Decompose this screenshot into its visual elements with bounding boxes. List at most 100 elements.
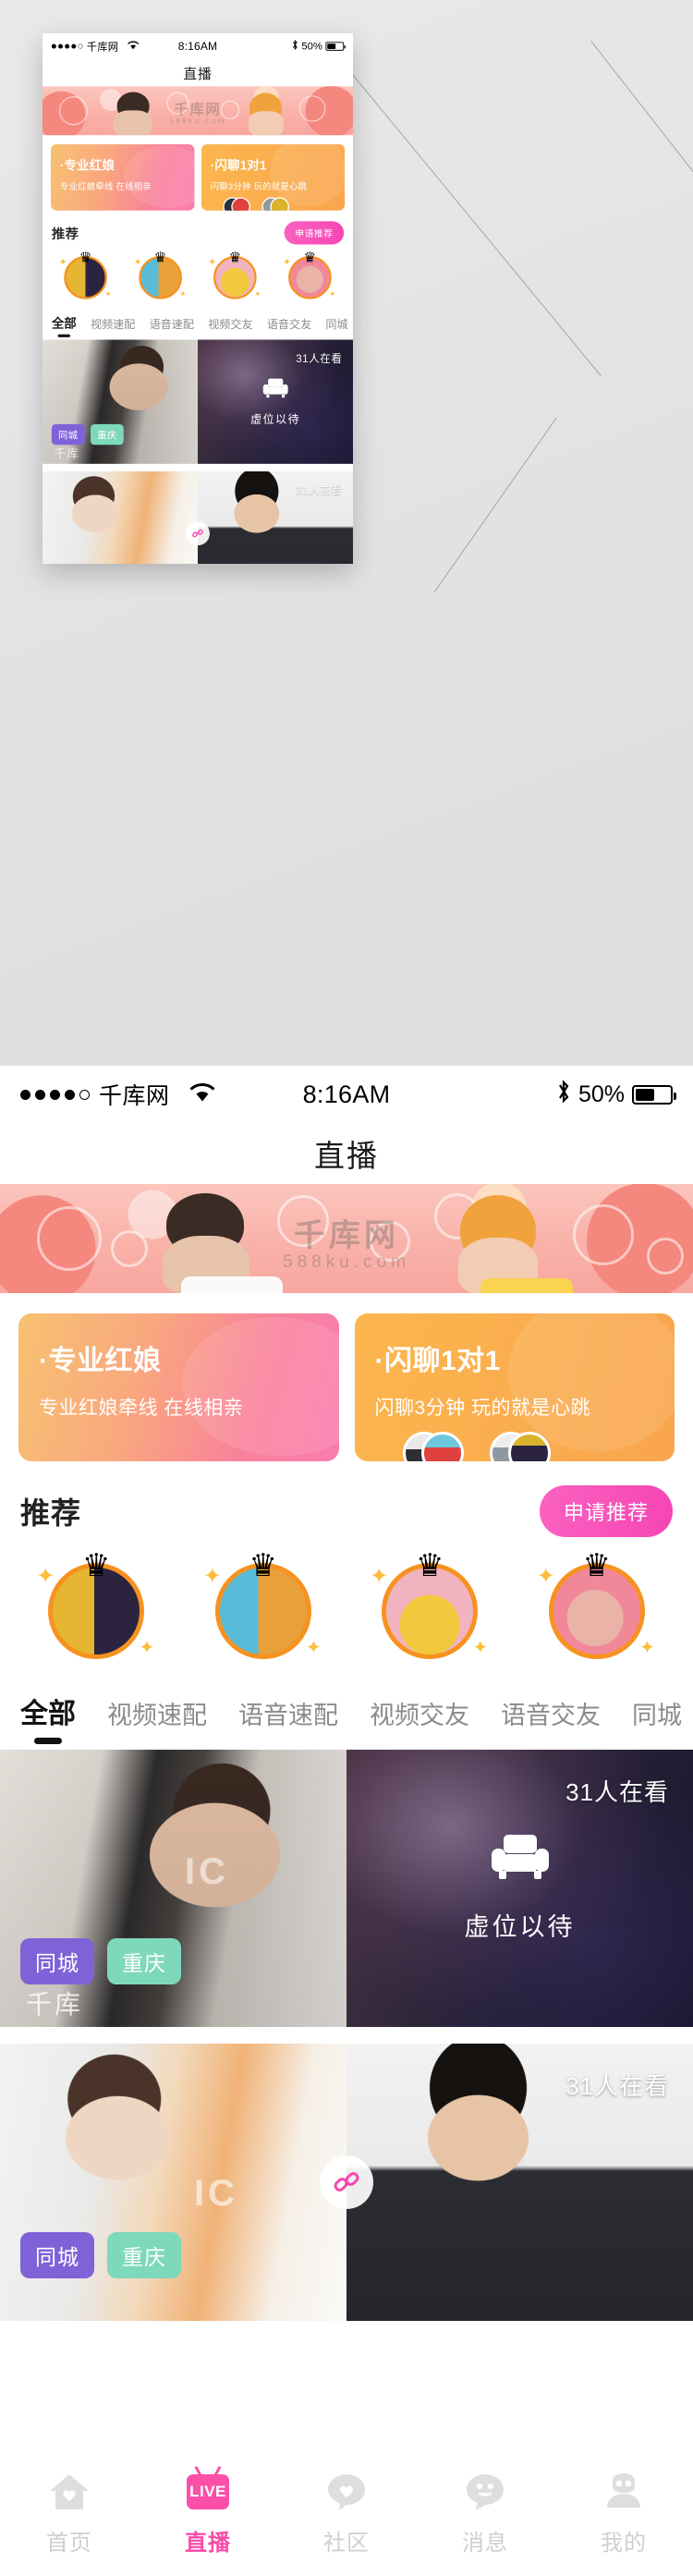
nav-label: 直播 [185, 2531, 231, 2556]
feature-card-title: ·专业红娘 [39, 1346, 162, 1376]
live-card-tags: 同城 重庆 [20, 1938, 181, 1984]
profile-person-icon [602, 2471, 645, 2513]
clock-label: 8:16AM [177, 39, 218, 53]
nav-item-profile[interactable]: 我的 [554, 2471, 693, 2557]
feature-card-matchmaker[interactable]: ·专业红娘 专业红娘牵线 在线相亲 [50, 144, 195, 211]
nav-item-messages[interactable]: 消息 [416, 2471, 554, 2557]
signal-dots-icon [20, 1089, 90, 1100]
crown-icon: ♛ [79, 249, 92, 265]
empty-slot-label: 虚位以待 [250, 412, 300, 426]
wifi-icon [127, 40, 139, 53]
feature-card-subtitle: 闪聊3分钟 玩的就是心跳 [210, 181, 308, 192]
live-card-2[interactable]: IC 31人在看 同城 重庆 [0, 2044, 693, 2321]
feature-card-avatars [375, 1432, 675, 1461]
viewer-count-badge: 31人在看 [565, 2072, 669, 2100]
feature-card-matchmaker[interactable]: ·专业红娘 专业红娘牵线 在线相亲 [18, 1313, 339, 1461]
statusbar-left: 千库网 [20, 1078, 303, 1111]
armchair-icon [262, 378, 289, 399]
tab-video-friends[interactable]: 视频交友 [370, 1695, 469, 1746]
live-card[interactable]: 31人在看 [43, 470, 353, 564]
tab-voice-match[interactable]: 语音速配 [238, 1695, 338, 1746]
tab-same-city[interactable]: 同城 [632, 1695, 682, 1746]
link-chain-icon [320, 2155, 373, 2209]
crown-icon: ♛ [228, 249, 242, 265]
nav-item-community[interactable]: 社区 [277, 2471, 416, 2557]
feature-card-title: ·专业红娘 [59, 158, 116, 173]
sparkle-icon: ✦ [104, 289, 112, 299]
banner-watermark-sub: 588ku.com [283, 1252, 410, 1272]
tab-same-city[interactable]: 同城 [325, 315, 347, 338]
tab-all[interactable]: 全部 [52, 313, 77, 338]
live-tv-icon: LIVE [187, 2471, 229, 2513]
home-heart-icon [48, 2471, 91, 2513]
crown-icon: ♛ [153, 249, 167, 265]
recommend-title: 推荐 [51, 226, 79, 241]
feature-card-title: ·闪聊1对1 [374, 1346, 501, 1376]
tab-voice-friends[interactable]: 语音交友 [267, 315, 311, 338]
crown-icon: ♛ [416, 1548, 444, 1583]
feature-card-flashchat[interactable]: ·闪聊1对1 闪聊3分钟 玩的就是心跳 [201, 144, 346, 211]
apply-recommend-button[interactable]: 申请推荐 [539, 1485, 673, 1537]
preview-feature-cards: ·专业红娘 专业红娘牵线 在线相亲 ·闪聊1对1 闪聊3分钟 玩的就是心跳 [43, 135, 353, 211]
tab-video-match[interactable]: 视频速配 [91, 315, 135, 338]
crown-icon: ♛ [82, 1548, 111, 1583]
feature-card-avatars [211, 197, 345, 211]
recommend-avatar-item-1[interactable]: ✦ ♛ ✦ [36, 1548, 155, 1665]
live-card-1[interactable]: IC 虚位以待 31人在看 同城 重庆 千库 [0, 1750, 693, 2027]
crown-icon: ♛ [582, 1548, 611, 1583]
crown-icon: ♛ [249, 1548, 277, 1583]
sparkle-icon: ✦ [133, 256, 142, 268]
guide-line-4 [434, 417, 557, 592]
promo-banner[interactable]: 千库网 588ku.com [0, 1184, 693, 1293]
clock-label: 8:16AM [302, 1080, 391, 1108]
battery-icon [325, 42, 346, 51]
recommend-avatar-item[interactable]: ✦ ♛ ✦ [133, 249, 187, 302]
sparkle-icon: ✦ [329, 289, 336, 299]
sparkle-icon: ✦ [638, 1638, 655, 1658]
tab-voice-friends[interactable]: 语音交友 [501, 1695, 601, 1746]
empty-slot-label: 虚位以待 [464, 1912, 576, 1941]
sparkle-icon: ✦ [370, 1564, 389, 1589]
tab-voice-match[interactable]: 语音速配 [150, 315, 194, 338]
tag-same-city: 同城 [20, 1938, 94, 1984]
live-card-tags: 同城 重庆 [51, 423, 124, 446]
sparkle-icon: ✦ [36, 1564, 55, 1589]
feature-card-subtitle: 闪聊3分钟 玩的就是心跳 [374, 1398, 591, 1419]
live-card-photo-left [43, 470, 198, 564]
nav-item-live[interactable]: LIVE 直播 [139, 2471, 277, 2557]
preview-live-list: 虚位以待 31人在看 同城 重庆 千库 31人在看 [43, 338, 353, 564]
live-card-photo-left: IC [0, 2044, 346, 2321]
recommend-avatar-item[interactable]: ✦ ♛ ✦ [208, 249, 261, 302]
nav-item-home[interactable]: 首页 [0, 2471, 139, 2557]
preview-statusbar-right: 50% [217, 39, 346, 53]
recommend-avatar-item-2[interactable]: ✦ ♛ ✦ [203, 1548, 322, 1665]
recommend-avatar-item[interactable]: ✦ ♛ ✦ [283, 250, 336, 302]
preview-promo-banner[interactable]: 千库网 588ku.com [43, 86, 353, 136]
sparkle-icon: ✦ [472, 1638, 489, 1658]
preview-statusbar: 千库网 8:16AM 50% [43, 33, 353, 59]
carrier-label: 千库网 [86, 41, 119, 54]
avatar-pair [402, 1432, 464, 1461]
recommend-title: 推荐 [20, 1496, 82, 1530]
recommend-header: 推荐 申请推荐 [0, 1461, 693, 1537]
recommend-avatar-item[interactable]: ✦ ♛ ✦ [58, 249, 112, 302]
recommend-avatar-item-3[interactable]: ✦ ♛ ✦ [370, 1548, 489, 1665]
photo-watermark: 千库 [26, 1990, 84, 2019]
nav-label: 我的 [601, 2531, 647, 2556]
tag-same-city: 同城 [20, 2232, 94, 2278]
tag-location: 重庆 [90, 423, 124, 446]
tag-location: 重庆 [107, 1938, 181, 1984]
sparkle-icon: ✦ [536, 1564, 555, 1589]
tab-video-friends[interactable]: 视频交友 [208, 315, 252, 338]
live-card[interactable]: 虚位以待 31人在看 同城 重庆 千库 [43, 339, 353, 464]
recommend-avatar-item-4[interactable]: ✦ ♛ ✦ [537, 1548, 655, 1665]
feature-card-flashchat[interactable]: ·闪聊1对1 闪聊3分钟 玩的就是心跳 [354, 1313, 675, 1461]
tab-video-match[interactable]: 视频速配 [107, 1695, 207, 1746]
tab-all[interactable]: 全部 [20, 1691, 76, 1746]
link-chain-icon [186, 521, 210, 546]
apply-recommend-button[interactable]: 申请推荐 [284, 221, 345, 245]
live-list: IC 虚位以待 31人在看 同城 重庆 千库 IC 31人在看 同城 重庆 [0, 1746, 693, 2321]
sparkle-icon: ✦ [58, 256, 67, 268]
sparkle-icon: ✦ [139, 1638, 155, 1658]
preview-statusbar-left: 千库网 [51, 39, 178, 54]
